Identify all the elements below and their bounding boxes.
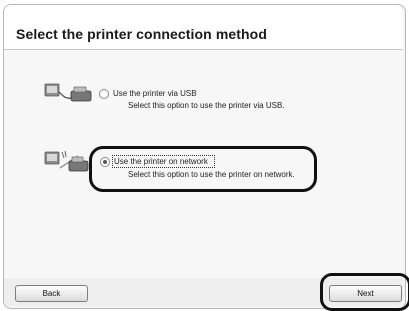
- installer-window: Select the printer connection method Use…: [0, 0, 409, 311]
- back-button[interactable]: Back: [15, 285, 88, 302]
- network-printer-icon: [44, 150, 89, 172]
- network-option-description: Select this option to use the printer on…: [128, 170, 295, 179]
- usb-printer-icon: [44, 83, 92, 102]
- network-radio[interactable]: [100, 157, 110, 167]
- radio-selected-dot: [103, 160, 107, 164]
- usb-option-label[interactable]: Use the printer via USB: [113, 89, 197, 98]
- selection-highlight: [89, 146, 317, 192]
- next-button[interactable]: Next: [329, 285, 402, 302]
- usb-radio[interactable]: [99, 89, 109, 99]
- usb-option-description: Select this option to use the printer vi…: [128, 101, 285, 110]
- network-option-label[interactable]: Use the printer on network: [114, 157, 208, 166]
- page-title: Select the printer connection method: [16, 26, 267, 42]
